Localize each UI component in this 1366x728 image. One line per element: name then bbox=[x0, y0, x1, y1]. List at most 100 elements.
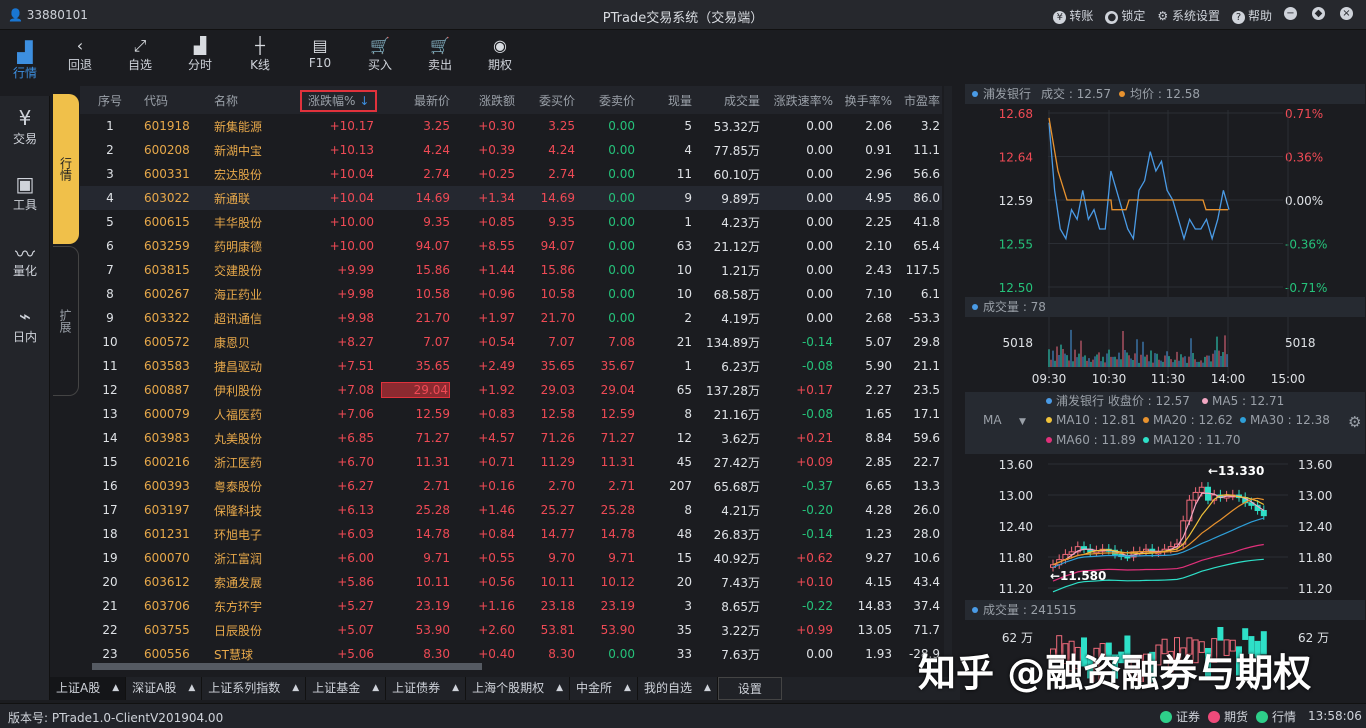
tab-menu-arrow-icon[interactable]: ▲ bbox=[372, 677, 379, 700]
tab-menu-arrow-icon[interactable]: ▲ bbox=[452, 677, 459, 700]
tab-menu-arrow-icon[interactable]: ▲ bbox=[556, 677, 563, 700]
nav-item-0[interactable]: ▟ 行情 bbox=[0, 30, 50, 96]
side-tab-quote[interactable]: 行情 bbox=[53, 94, 79, 244]
nav-label: 行情 bbox=[12, 66, 37, 80]
tab-menu-arrow-icon[interactable]: ▲ bbox=[188, 677, 195, 700]
table-row[interactable]: 14 603983 丸美股份 +6.85 71.27 +4.57 71.26 71.27 12 3… bbox=[80, 426, 942, 450]
tab-menu-arrow-icon[interactable]: ▲ bbox=[704, 677, 711, 700]
toolbar-button-5[interactable]: 🛒 买入 bbox=[350, 30, 410, 82]
table-row[interactable]: 19 600070 浙江富润 +6.00 9.71 +0.55 9.70 9.71 15 40.9… bbox=[80, 546, 942, 570]
lock-button[interactable]: ● 锁定 bbox=[1105, 7, 1145, 24]
table-row[interactable]: 10 600572 康恩贝 +8.27 7.07 +0.54 7.07 7.08 21 134.8… bbox=[80, 330, 942, 354]
market-tab-5[interactable]: 上海个股期权 ▲ bbox=[466, 677, 571, 700]
tab-menu-arrow-icon[interactable]: ▲ bbox=[624, 677, 631, 700]
table-row[interactable]: 8 600267 海正药业 +9.98 10.58 +0.96 10.58 0.00 10 68.… bbox=[80, 282, 942, 306]
nav-label: 日内 bbox=[12, 330, 37, 344]
cell-6: 12.58 bbox=[540, 407, 575, 421]
low-price-label: ←11.580 bbox=[1050, 569, 1106, 583]
system-settings-button[interactable]: ⚙ 系统设置 bbox=[1157, 7, 1220, 24]
toolbar-button-2[interactable]: ▟ 分时 bbox=[170, 30, 230, 82]
table-row[interactable]: 3 600331 宏达股份 +10.04 2.74 +0.25 2.74 0.00 11 60.1… bbox=[80, 162, 942, 186]
toolbar-button-0[interactable]: ‹ 回退 bbox=[50, 30, 110, 82]
settings-tab[interactable]: 设置 bbox=[717, 677, 782, 700]
table-row[interactable]: 22 603755 日辰股份 +5.07 53.90 +2.60 53.81 53.90 35 3… bbox=[80, 618, 942, 642]
table-row[interactable]: 23 600556 ST慧球 +5.06 8.30 +0.40 8.30 0.00 33 7.63… bbox=[80, 642, 942, 662]
cell-7: 71.27 bbox=[600, 431, 635, 445]
column-header[interactable]: 委卖价 bbox=[580, 92, 635, 109]
table-row[interactable]: 4 603022 新通联 +10.04 14.69 +1.34 14.69 0.00 9 9.89… bbox=[80, 186, 942, 210]
table-row[interactable]: 6 603259 药明康德 +10.00 94.07 +8.55 94.07 0.00 63 21… bbox=[80, 234, 942, 258]
table-row[interactable]: 2 600208 新湖中宝 +10.13 4.24 +0.39 4.24 0.00 4 77.85… bbox=[80, 138, 942, 162]
dropdown-arrow-icon[interactable]: ▼ bbox=[1019, 417, 1026, 427]
table-row[interactable]: 11 603583 捷昌驱动 +7.51 35.65 +2.49 35.65 35.67 1 6.… bbox=[80, 354, 942, 378]
nav-item-2[interactable]: ▣ 工具 bbox=[0, 162, 50, 228]
toolbar-button-6[interactable]: 🛒 卖出 bbox=[410, 30, 470, 82]
toolbar-button-1[interactable]: ⤢ 自选 bbox=[110, 30, 170, 82]
table-row[interactable]: 1 601918 新集能源 +10.17 3.25 +0.30 3.25 0.00 5 53.32… bbox=[80, 114, 942, 138]
market-tab-4[interactable]: 上证债券 ▲ bbox=[386, 677, 467, 700]
market-tab-7[interactable]: 我的自选 ▲ bbox=[638, 677, 718, 700]
nav-item-3[interactable]: 〰量化 bbox=[0, 228, 50, 294]
table-row[interactable]: 15 600216 浙江医药 +6.70 11.31 +0.71 11.29 11.31 45 2… bbox=[80, 450, 942, 474]
toolbar-button-3[interactable]: ┼ K线 bbox=[230, 30, 290, 82]
nav-item-4[interactable]: ⌁ 日内 bbox=[0, 294, 50, 360]
restore-button[interactable]: ◆ bbox=[1312, 7, 1325, 20]
table-row[interactable]: 5 600615 丰华股份 +10.00 9.35 +0.85 9.35 0.00 1 4.23万… bbox=[80, 210, 942, 234]
close-button[interactable]: × bbox=[1340, 7, 1353, 20]
market-tab-1[interactable]: 深证A股 ▲ bbox=[126, 677, 203, 700]
market-tab-3[interactable]: 上证基金 ▲ bbox=[306, 677, 387, 700]
tab-menu-arrow-icon[interactable]: ▲ bbox=[292, 677, 299, 700]
cell-6: 3.25 bbox=[548, 119, 575, 133]
market-tab-6[interactable]: 中金所 ▲ bbox=[570, 677, 638, 700]
help-button[interactable]: ? 帮助 bbox=[1231, 7, 1272, 24]
table-row[interactable]: 9 603322 超讯通信 +9.98 21.70 +1.97 21.70 0.00 2 4.19… bbox=[80, 306, 942, 330]
column-header[interactable]: 名称 bbox=[214, 92, 294, 109]
column-header[interactable]: 换手率% bbox=[837, 92, 892, 109]
column-header[interactable]: 委买价 bbox=[520, 92, 575, 109]
toolbar-label: 期权 bbox=[487, 58, 512, 72]
column-header[interactable]: 现量 bbox=[640, 92, 692, 109]
cell-11: 1.65 bbox=[865, 407, 892, 421]
table-row[interactable]: 18 601231 环旭电子 +6.03 14.78 +0.84 14.77 14.78 48 2… bbox=[80, 522, 942, 546]
table-row[interactable]: 16 600393 粤泰股份 +6.27 2.71 +0.16 2.70 2.71 207 65.… bbox=[80, 474, 942, 498]
column-header[interactable]: 成交量 bbox=[695, 92, 760, 109]
side-tab-extend[interactable]: 扩展 bbox=[53, 246, 79, 396]
cell-10: -0.08 bbox=[801, 359, 833, 373]
column-header[interactable]: 涨跌速率% bbox=[765, 92, 833, 109]
cell-3: +10.00 bbox=[329, 215, 374, 229]
minimize-button[interactable]: − bbox=[1284, 7, 1297, 20]
kline-price-tick: 11.20 bbox=[1298, 582, 1332, 596]
price-tick: 12.50 bbox=[999, 281, 1033, 295]
kline-price-tick: 11.80 bbox=[999, 551, 1033, 565]
toolbar-label: 自选 bbox=[127, 58, 152, 72]
column-header[interactable]: 涨跌幅% ↓ bbox=[300, 89, 378, 112]
column-header[interactable]: 代码 bbox=[144, 92, 204, 109]
gear-icon[interactable]: ⚙ bbox=[1348, 413, 1361, 431]
toolbar-button-4[interactable]: ▤ F10 bbox=[290, 30, 350, 82]
market-tab-2[interactable]: 上证系列指数 ▲ bbox=[202, 677, 307, 700]
table-row[interactable]: 7 603815 交建股份 +9.99 15.86 +1.44 15.86 0.00 10 1.2… bbox=[80, 258, 942, 282]
toolbar-button-7[interactable]: ◉ 期权 bbox=[470, 30, 530, 82]
cell-0: 16 bbox=[102, 479, 118, 493]
scrollbar-thumb[interactable] bbox=[92, 663, 482, 670]
sorted-column-header[interactable]: 涨跌幅% ↓ bbox=[300, 89, 378, 112]
horizontal-scrollbar[interactable] bbox=[80, 662, 942, 672]
cell-7: 7.08 bbox=[608, 335, 635, 349]
toolbar-label: 回退 bbox=[67, 58, 92, 72]
indicator-select[interactable]: MA bbox=[983, 413, 1002, 427]
nav-item-1[interactable]: ¥ 交易 bbox=[0, 96, 50, 162]
column-header[interactable]: 市盈率 bbox=[895, 92, 940, 109]
table-row[interactable]: 21 603706 东方环宇 +5.27 23.19 +1.16 23.18 23.19 3 8.… bbox=[80, 594, 942, 618]
table-row[interactable]: 12 600887 伊利股份 +7.08 29.04 +1.92 29.03 29.04 65 1… bbox=[80, 378, 942, 402]
tab-menu-arrow-icon[interactable]: ▲ bbox=[112, 677, 119, 700]
table-row[interactable]: 20 603612 索通发展 +5.86 10.11 +0.56 10.11 10.12 20 7… bbox=[80, 570, 942, 594]
table-row[interactable]: 13 600079 人福医药 +7.06 12.59 +0.83 12.58 12.59 8 21… bbox=[80, 402, 942, 426]
cell-1: 600267 bbox=[144, 287, 190, 301]
transfer-button[interactable]: ¥ 转账 bbox=[1053, 7, 1093, 24]
column-header[interactable]: 涨跌额 bbox=[455, 92, 515, 109]
table-row[interactable]: 17 603197 保隆科技 +6.13 25.28 +1.46 25.27 25.28 8 4.… bbox=[80, 498, 942, 522]
market-tab-0[interactable]: 上证A股 ▲ bbox=[50, 677, 127, 700]
vertical-scrollbar[interactable] bbox=[944, 86, 952, 662]
column-header[interactable]: 最新价 bbox=[380, 92, 450, 109]
column-header[interactable]: 序号 bbox=[80, 92, 140, 109]
